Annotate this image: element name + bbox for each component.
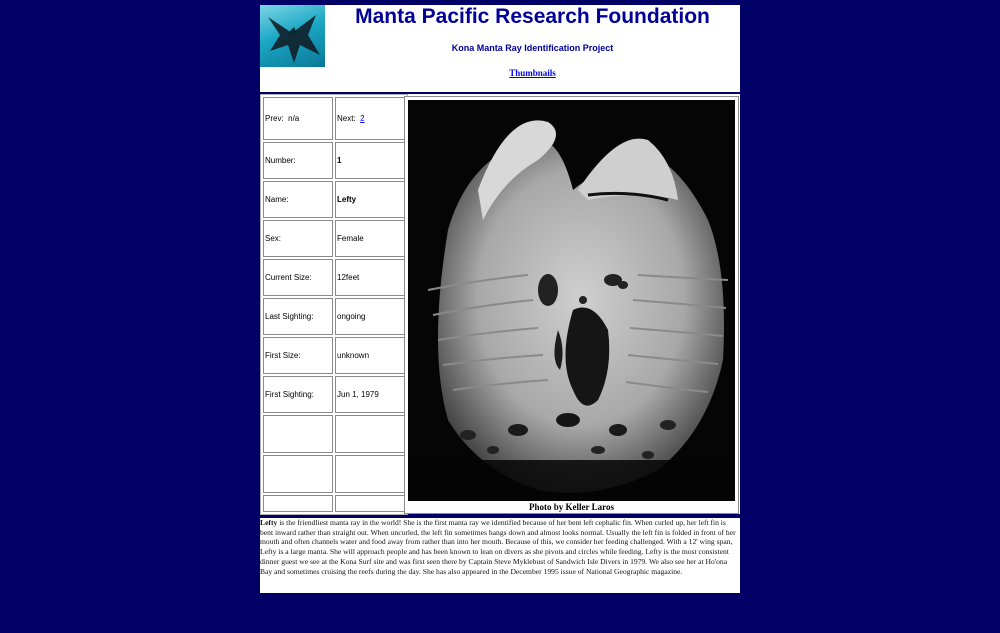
number-label: Number:: [263, 142, 333, 179]
thumbnails-link-wrap: Thumbnails: [325, 68, 740, 78]
table-row: [263, 415, 405, 453]
prev-value: n/a: [288, 114, 300, 123]
table-row: Name: Lefty: [263, 181, 405, 218]
table-row: [263, 495, 405, 512]
description-name: Lefty: [260, 518, 278, 527]
empty-cell: [263, 455, 333, 493]
manta-logo-icon: [268, 15, 320, 63]
photo-frame: Photo by Keller Laros: [404, 96, 739, 514]
first-sighting-value: Jun 1, 1979: [335, 376, 405, 413]
empty-cell: [335, 495, 405, 512]
next-link[interactable]: 2: [360, 114, 364, 123]
last-sighting-value: ongoing: [335, 298, 405, 335]
name-label: Name:: [263, 181, 333, 218]
page-container: Manta Pacific Research Foundation Kona M…: [260, 5, 740, 593]
thumbnails-link[interactable]: Thumbnails: [509, 68, 556, 78]
name-value: Lefty: [335, 181, 405, 218]
next-label: Next:: [337, 114, 356, 123]
empty-cell: [263, 495, 333, 512]
empty-cell: [335, 415, 405, 453]
first-size-label: First Size:: [263, 337, 333, 374]
next-cell: Next: 2: [335, 97, 405, 140]
empty-cell: [263, 415, 333, 453]
info-table: Prev: n/a Next: 2 Number: 1 Name: Lefty …: [260, 94, 408, 515]
page-subtitle: Kona Manta Ray Identification Project: [451, 43, 614, 53]
last-sighting-label: Last Sighting:: [263, 298, 333, 335]
description-text: is the friendliest manta ray in the worl…: [260, 518, 736, 576]
manta-photo: [408, 100, 735, 501]
table-row: Prev: n/a Next: 2: [263, 97, 405, 140]
description: Lefty is the friendliest manta ray in th…: [260, 518, 740, 593]
prev-cell: Prev: n/a: [263, 97, 333, 140]
table-row: Last Sighting: ongoing: [263, 298, 405, 335]
photo-caption: Photo by Keller Laros: [529, 502, 614, 512]
manta-underside-image: [408, 100, 735, 501]
main-content: Prev: n/a Next: 2 Number: 1 Name: Lefty …: [260, 94, 740, 515]
number-value: 1: [335, 142, 405, 179]
prev-label: Prev:: [265, 114, 284, 123]
table-row: First Sighting: Jun 1, 1979: [263, 376, 405, 413]
manta-logo: [260, 5, 325, 67]
first-size-value: unknown: [335, 337, 405, 374]
table-row: Sex: Female: [263, 220, 405, 257]
sex-label: Sex:: [263, 220, 333, 257]
current-size-value: 12feet: [335, 259, 405, 296]
empty-cell: [335, 455, 405, 493]
first-sighting-label: First Sighting:: [263, 376, 333, 413]
table-row: Number: 1: [263, 142, 405, 179]
table-row: Current Size: 12feet: [263, 259, 405, 296]
table-row: [263, 455, 405, 493]
page-title: Manta Pacific Research Foundation: [355, 5, 710, 28]
header: Manta Pacific Research Foundation Kona M…: [260, 5, 740, 92]
current-size-label: Current Size:: [263, 259, 333, 296]
table-row: First Size: unknown: [263, 337, 405, 374]
sex-value: Female: [335, 220, 405, 257]
